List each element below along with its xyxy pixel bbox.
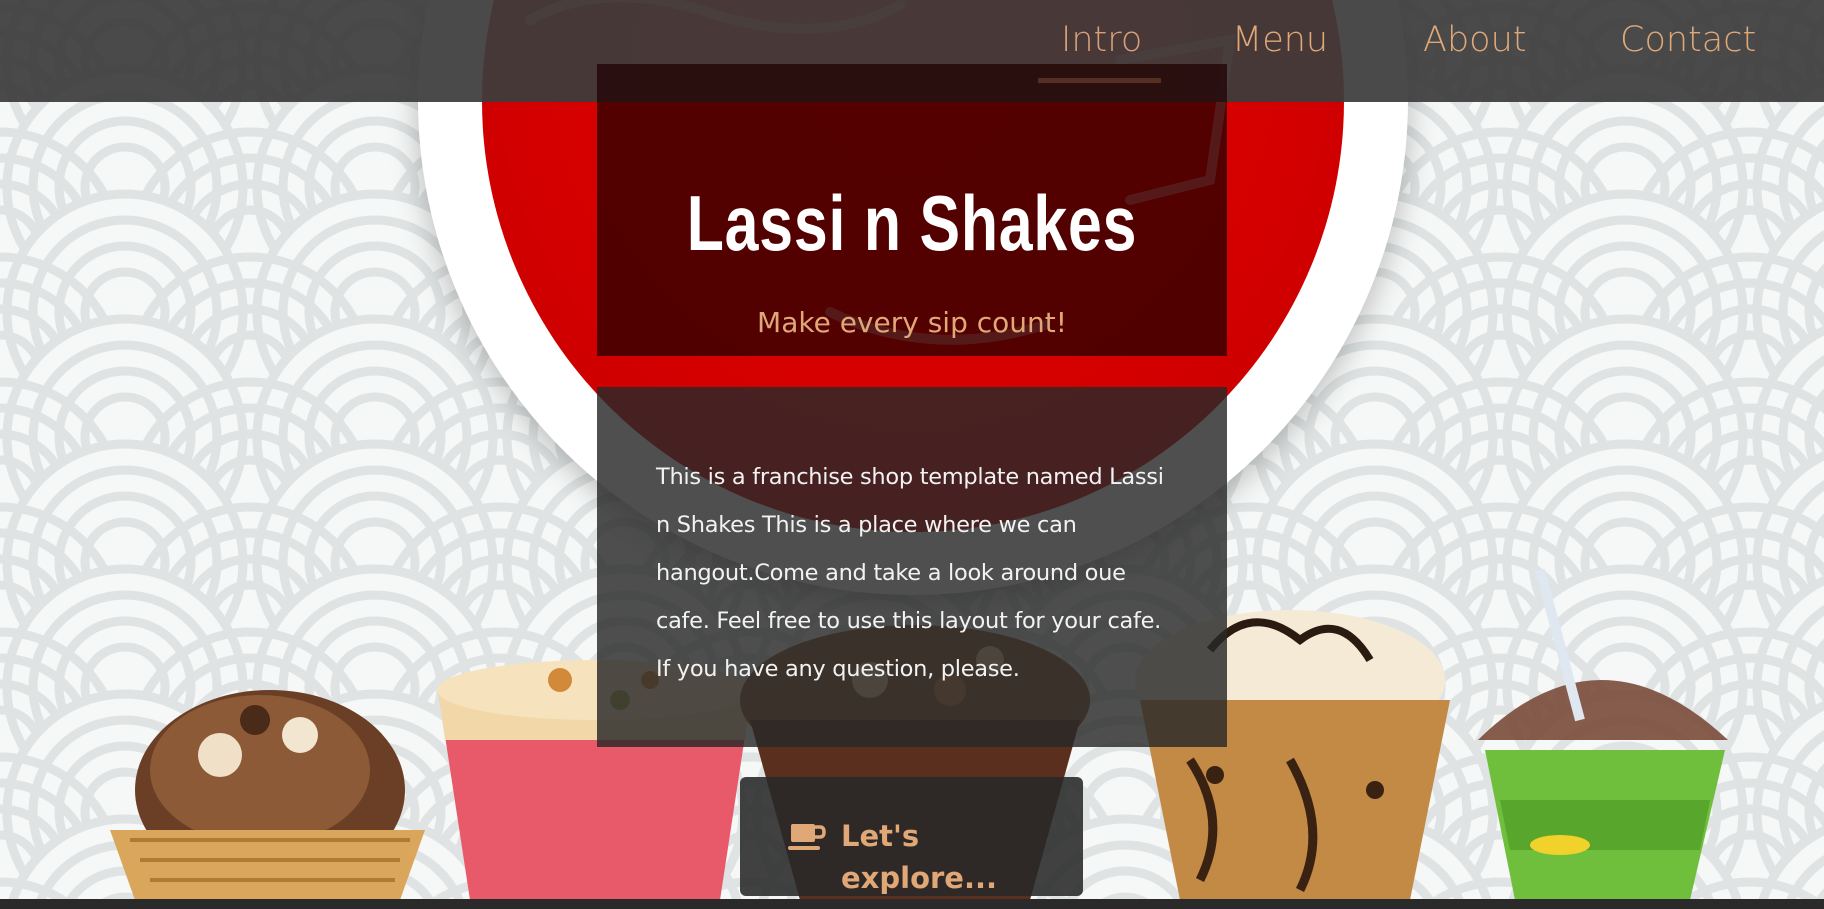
nav-item-about[interactable]: About (1423, 14, 1526, 74)
nav-item-contact[interactable]: Contact (1620, 14, 1756, 74)
nav-item-menu[interactable]: Menu (1232, 14, 1328, 74)
sundae-cone-image (110, 690, 425, 900)
site-title: Lassi n Shakes (686, 179, 1138, 267)
explore-button[interactable]: Let's explore... (740, 777, 1083, 896)
explore-button-label: Let's explore... (841, 819, 998, 895)
hero-title-box: Lassi n Shakes Make every sip count! (597, 64, 1227, 356)
intro-text-box: This is a franchise shop template named … (597, 387, 1227, 747)
green-mojito-image (1478, 568, 1728, 900)
intro-paragraph: This is a franchise shop template named … (656, 464, 1164, 682)
page: Intro Menu About Contact Lassi n Shakes … (0, 0, 1824, 909)
site-tagline: Make every sip count! (757, 306, 1067, 339)
bottom-bar (0, 899, 1824, 909)
coffee-cup-icon (788, 824, 826, 850)
